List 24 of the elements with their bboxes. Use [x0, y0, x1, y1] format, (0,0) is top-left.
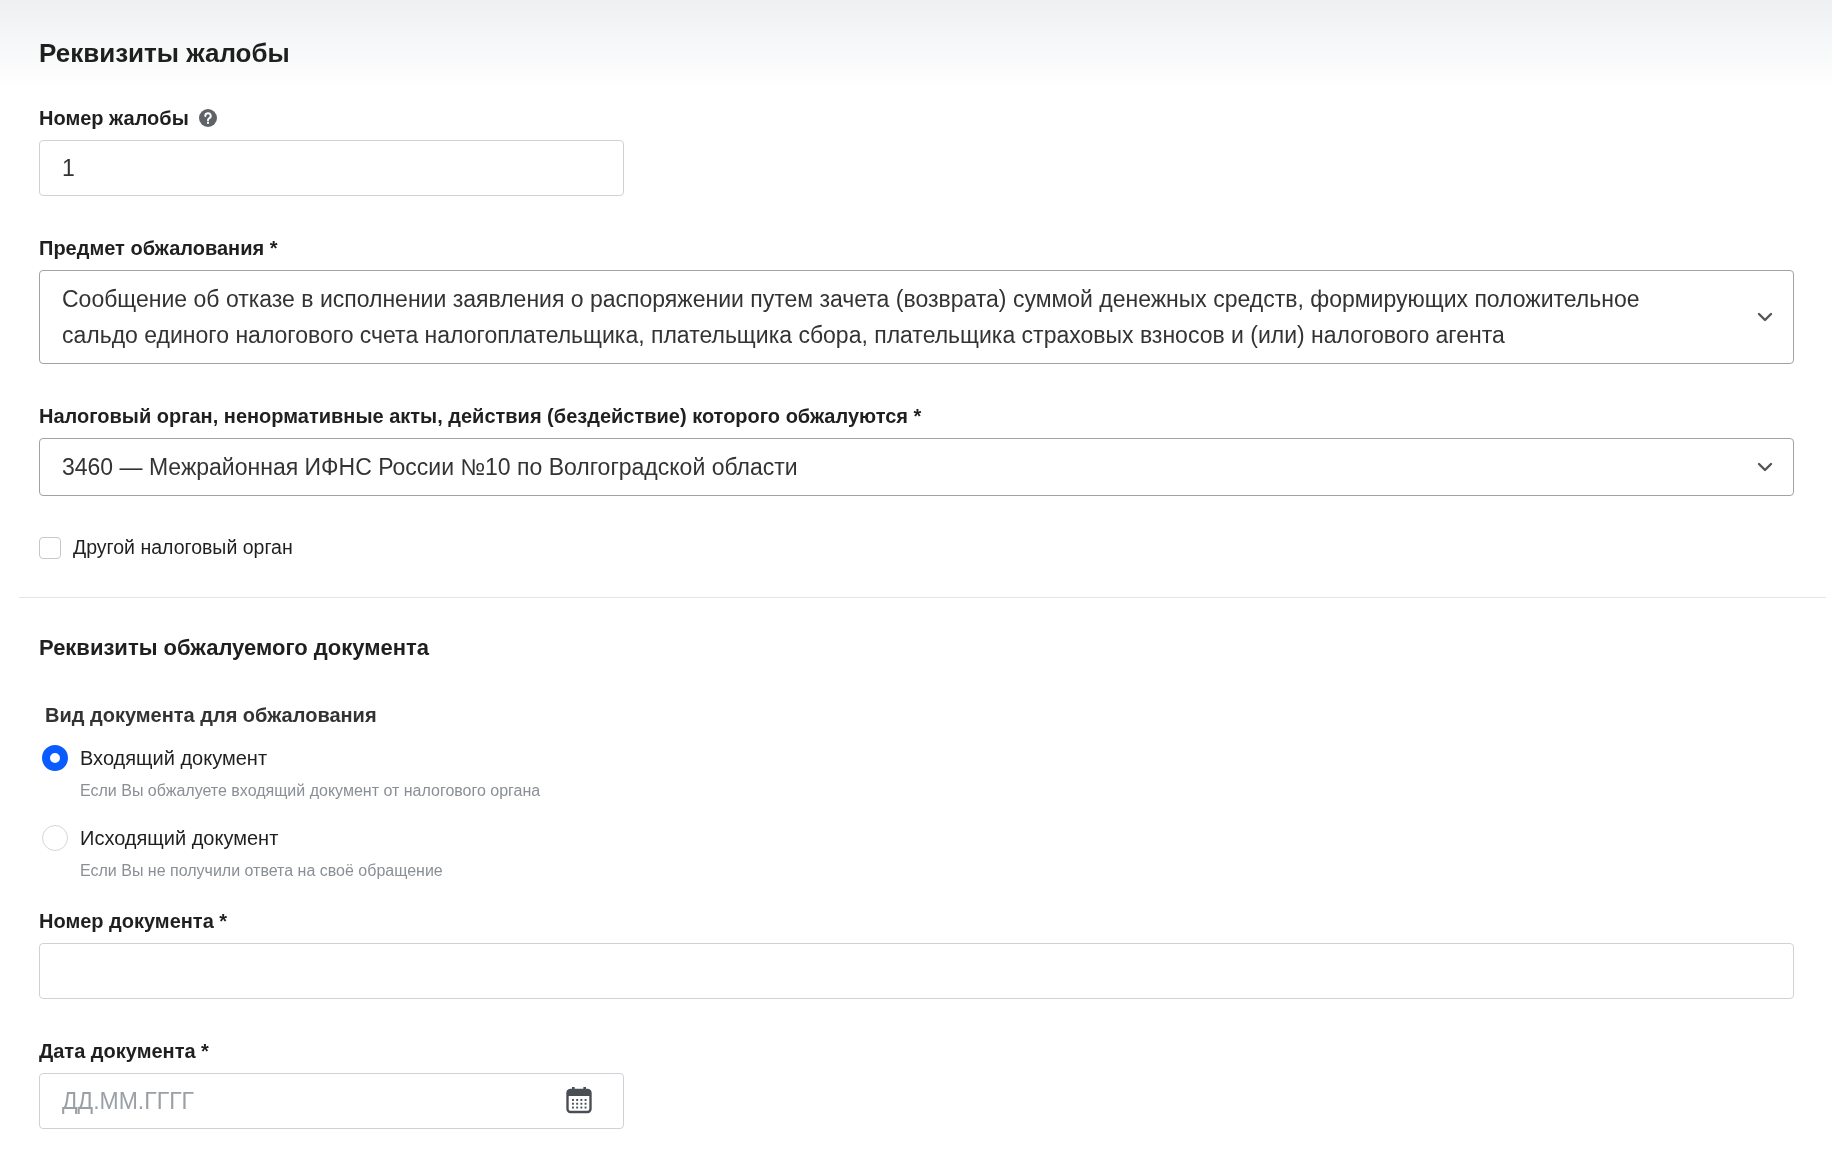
- section-title: Реквизиты жалобы: [39, 38, 291, 68]
- checkbox[interactable]: [39, 536, 61, 559]
- radio-label: Исходящий документ: [80, 826, 280, 850]
- hint-text: Если Вы не получили ответа на своё обращение: [80, 861, 443, 881]
- radio-button[interactable]: [42, 745, 68, 771]
- checkbox-label: Другой налоговый орган: [73, 536, 293, 559]
- field-label: Налоговый орган, ненормативные акты, действия (бездействие) которого обжалуются *: [39, 404, 922, 428]
- input-field[interactable]: 1: [39, 140, 624, 196]
- hint-text: Если Вы обжалуете входящий документ от налогового органа: [80, 781, 541, 801]
- radio-label: Входящий документ: [80, 746, 269, 770]
- select-field[interactable]: Сообщение об отказе в исполнении заявления о распоряжении путем зачета (возврата) суммой денежных средств, формирующих положительное сальдо единого налогового счета налогоплательщика, плательщика сбора, плательщика страховых взносов и (или) налогового агента: [39, 270, 1794, 364]
- chevron-down-icon: [1757, 312, 1773, 322]
- input-field[interactable]: [39, 943, 1794, 999]
- field-label: Номер жалобы: [39, 106, 189, 130]
- field-label: Дата документа *: [39, 1039, 209, 1063]
- section-title: Реквизиты обжалуемого документа: [39, 635, 430, 661]
- field-label: Предмет обжалования *: [39, 236, 278, 260]
- chevron-down-icon: [1757, 462, 1773, 472]
- date-field[interactable]: ДД.ММ.ГГГГ: [39, 1073, 624, 1129]
- field-label: Номер документа *: [39, 909, 228, 933]
- calendar-icon[interactable]: [566, 1086, 592, 1114]
- select-field[interactable]: 3460 — Межрайонная ИФНС России №10 по Волгоградской области: [39, 438, 1794, 496]
- group-label: Вид документа для обжалования: [45, 703, 378, 727]
- help-icon[interactable]: [198, 109, 217, 127]
